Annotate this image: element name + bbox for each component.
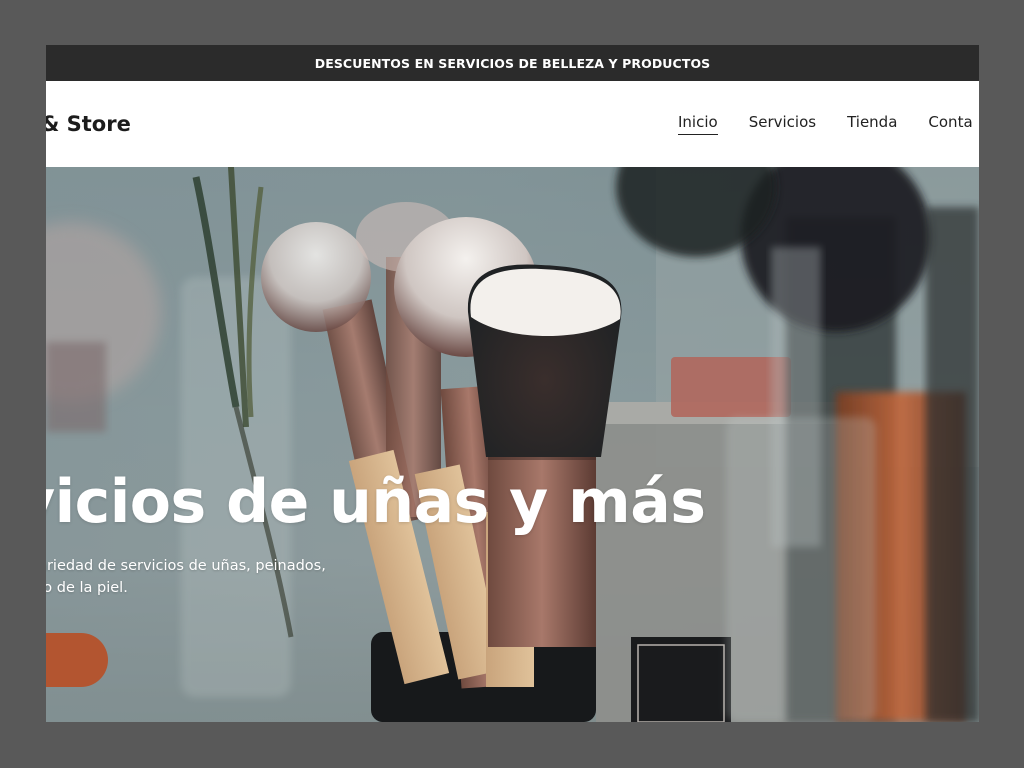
nav-tienda[interactable]: Tienda [847, 113, 897, 135]
hero-subtitle: a variedad de servicios de uñas, peinado… [46, 555, 396, 599]
browser-viewport: DESCUENTOS EN SERVICIOS DE BELLEZA Y PRO… [46, 45, 979, 722]
hero-subtitle-line: dado de la piel. [46, 580, 128, 596]
site-header: & Store Inicio Servicios Tienda Conta [46, 81, 979, 167]
announcement-text: DESCUENTOS EN SERVICIOS DE BELLEZA Y PRO… [314, 55, 711, 71]
nav-inicio[interactable]: Inicio [678, 113, 718, 135]
main-nav: Inicio Servicios Tienda Conta [678, 81, 979, 167]
hero-title: vicios de uñas y más [46, 467, 706, 537]
site-logo[interactable]: & Store [46, 112, 131, 136]
hero-cta-button[interactable] [46, 633, 108, 687]
nav-contacto[interactable]: Conta [928, 113, 972, 135]
hero-section: vicios de uñas y más a variedad de servi… [46, 167, 979, 722]
hero-background-image [46, 167, 979, 722]
nav-servicios[interactable]: Servicios [749, 113, 816, 135]
hero-subtitle-line: a variedad de servicios de uñas, peinado… [46, 558, 326, 574]
announcement-bar: DESCUENTOS EN SERVICIOS DE BELLEZA Y PRO… [46, 45, 979, 81]
